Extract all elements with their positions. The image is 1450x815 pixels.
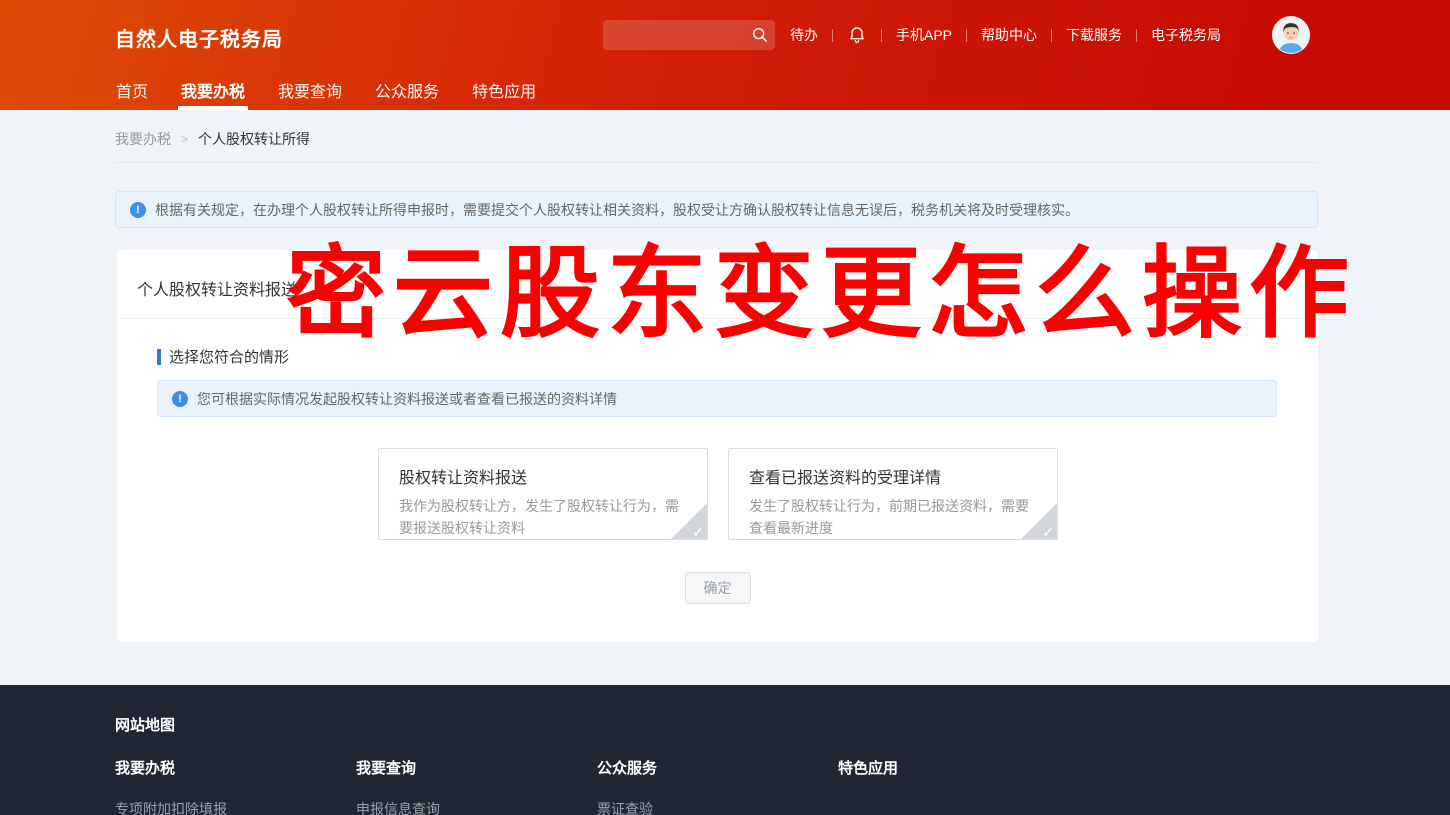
notification-bell[interactable]: [847, 25, 867, 45]
footer-link-ticket-verify[interactable]: 票证查验: [597, 799, 838, 815]
breadcrumb-separator: >: [181, 132, 188, 146]
header-quick-links: 待办 手机APP 帮助中心 下载服务 电子税务局: [790, 20, 1221, 50]
etax-bureau-link[interactable]: 电子税务局: [1151, 25, 1221, 45]
section-heading: 选择您符合的情形: [157, 346, 289, 367]
option-title: 股权转让资料报送: [399, 464, 687, 488]
footer-link-special-deduction[interactable]: 专项附加扣除填报: [115, 799, 356, 815]
nav-home[interactable]: 首页: [115, 70, 149, 110]
divider: [832, 29, 833, 42]
nav-featured-apps-label: 特色应用: [472, 78, 536, 102]
option-description: 我作为股权转让方，发生了股权转让行为，需要报送股权转让资料: [399, 495, 687, 540]
nav-public-service-label: 公众服务: [375, 78, 439, 102]
panel-title: 个人股权转让资料报送: [117, 250, 1318, 318]
breadcrumb-parent[interactable]: 我要办税: [115, 129, 171, 149]
info-icon: !: [130, 202, 146, 218]
divider: [881, 29, 882, 42]
help-center-link[interactable]: 帮助中心: [981, 25, 1037, 45]
nav-query[interactable]: 我要查询: [277, 70, 343, 110]
todo-link[interactable]: 待办: [790, 25, 818, 45]
nav-home-label: 首页: [116, 78, 148, 102]
top-notice-banner: ! 根据有关规定，在办理个人股权转让所得申报时，需要提交个人股权转让相关资料，股…: [115, 191, 1318, 228]
footer-col-header: 我要办税: [115, 757, 356, 778]
option-description: 发生了股权转让行为，前期已报送资料，需要查看最新进度: [749, 495, 1037, 540]
avatar-image: [1272, 16, 1310, 54]
option-card-view-progress[interactable]: 查看已报送资料的受理详情 发生了股权转让行为，前期已报送资料，需要查看最新进度 …: [728, 448, 1058, 540]
main-panel: 个人股权转让资料报送 选择您符合的情形 ! 您可根据实际情况发起股权转让资料报送…: [117, 250, 1318, 642]
search-input[interactable]: [603, 20, 743, 50]
inner-notice-banner: ! 您可根据实际情况发起股权转让资料报送或者查看已报送的资料详情: [157, 380, 1277, 417]
footer-col-header: 公众服务: [597, 757, 838, 778]
user-avatar[interactable]: [1272, 16, 1310, 54]
footer-col-query: 我要查询 申报信息查询: [356, 757, 597, 815]
sitemap-title: 网站地图: [115, 714, 175, 735]
nav-featured-apps[interactable]: 特色应用: [471, 70, 537, 110]
footer-col-public-service: 公众服务 票证查验: [597, 757, 838, 815]
footer-col-header: 特色应用: [838, 757, 1079, 778]
info-icon: !: [172, 391, 188, 407]
panel-divider: [117, 318, 1318, 319]
nav-query-label: 我要查询: [278, 78, 342, 102]
footer-col-featured-apps: 特色应用: [838, 757, 1079, 815]
breadcrumb: 我要办税 > 个人股权转让所得: [115, 129, 310, 149]
footer-col-header: 我要查询: [356, 757, 597, 778]
option-cards: 股权转让资料报送 我作为股权转让方，发生了股权转让行为，需要报送股权转让资料 ✓…: [378, 448, 1058, 540]
nav-tax-handling[interactable]: 我要办税: [180, 70, 246, 110]
section-accent-bar: [157, 349, 161, 365]
header: 自然人电子税务局 待办 手机APP 帮助中心 下载服务 电子税务局: [0, 0, 1450, 110]
inner-notice-text: 您可根据实际情况发起股权转让资料报送或者查看已报送的资料详情: [197, 389, 617, 409]
footer: 网站地图 我要办税 专项附加扣除填报 我要查询 申报信息查询 公众服务 票证查验…: [0, 685, 1450, 815]
top-notice-text: 根据有关规定，在办理个人股权转让所得申报时，需要提交个人股权转让相关资料，股权受…: [155, 200, 1079, 220]
mobile-app-link[interactable]: 手机APP: [896, 25, 952, 45]
divider: [1051, 29, 1052, 42]
footer-link-declaration-query[interactable]: 申报信息查询: [356, 799, 597, 815]
download-service-link[interactable]: 下载服务: [1066, 25, 1122, 45]
breadcrumb-divider: [115, 162, 1318, 163]
site-logo: 自然人电子税务局: [115, 23, 283, 52]
bell-icon: [847, 25, 867, 45]
nav-tax-handling-label: 我要办税: [181, 78, 245, 102]
footer-columns: 我要办税 专项附加扣除填报 我要查询 申报信息查询 公众服务 票证查验 特色应用: [115, 757, 1079, 815]
section-heading-label: 选择您符合的情形: [169, 346, 289, 367]
confirm-row: 确定: [117, 572, 1318, 604]
option-title: 查看已报送资料的受理详情: [749, 464, 1037, 488]
confirm-button[interactable]: 确定: [685, 572, 751, 604]
search-icon[interactable]: [751, 26, 769, 44]
divider: [966, 29, 967, 42]
header-search[interactable]: [603, 20, 775, 50]
checkmark-icon: ✓: [1042, 525, 1054, 539]
main-nav: 首页 我要办税 我要查询 公众服务 特色应用: [115, 70, 537, 110]
option-card-submit-materials[interactable]: 股权转让资料报送 我作为股权转让方，发生了股权转让行为，需要报送股权转让资料 ✓: [378, 448, 708, 540]
checkmark-icon: ✓: [692, 525, 704, 539]
breadcrumb-current: 个人股权转让所得: [198, 129, 310, 149]
divider: [1136, 29, 1137, 42]
footer-col-tax-handling: 我要办税 专项附加扣除填报: [115, 757, 356, 815]
nav-public-service[interactable]: 公众服务: [374, 70, 440, 110]
